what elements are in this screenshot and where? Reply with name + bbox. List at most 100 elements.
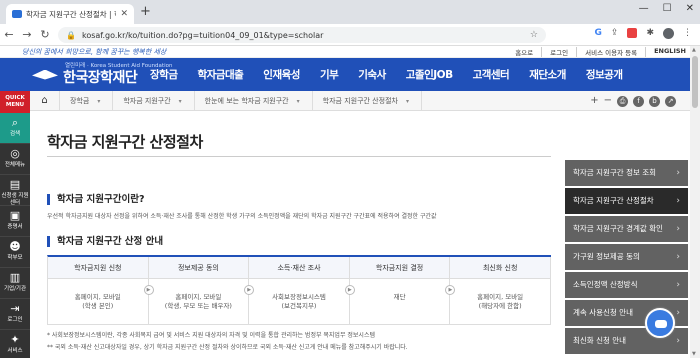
step-body-line2: (해당자에 한함) bbox=[478, 302, 522, 310]
nav-talent[interactable]: 인재육성 bbox=[253, 67, 310, 82]
quick-item-label: 증명서 bbox=[7, 224, 23, 230]
quick-menu-title: QUICK MENU bbox=[0, 91, 30, 113]
more-menu-icon[interactable]: ⋮ bbox=[683, 28, 692, 39]
side-item-income-method[interactable]: 소득인정액 산정방식 › bbox=[565, 272, 688, 298]
side-item-label: 소득인정액 산정방식 bbox=[573, 280, 638, 289]
minimize-icon[interactable]: — bbox=[639, 3, 649, 14]
top-link-home[interactable]: 홈으로 bbox=[515, 47, 533, 57]
family-icon: ☻ bbox=[9, 240, 21, 253]
chevron-down-icon: ▾ bbox=[405, 97, 409, 105]
browser-tab[interactable]: 학자금 지원구간 산정절차 | 학자 ✕ bbox=[6, 4, 134, 24]
facebook-icon[interactable]: f bbox=[633, 95, 644, 107]
scroll-down-icon[interactable]: ▼ bbox=[692, 351, 696, 357]
chatbot-icon[interactable] bbox=[645, 308, 675, 338]
google-translate-icon[interactable]: G bbox=[595, 28, 602, 39]
quick-item-label: 로그인 bbox=[7, 317, 23, 323]
nav-customer-center[interactable]: 고객센터 bbox=[463, 67, 520, 82]
nav-job[interactable]: 고졸인JOB bbox=[396, 67, 463, 82]
step-title: 학자금지원 신청 bbox=[48, 257, 148, 279]
quick-item-all-menu[interactable]: ◎ 전체메뉴 bbox=[0, 144, 30, 175]
site-logo[interactable]: 열린미래 · Korea Student Aid Foundation 한국장학… bbox=[32, 62, 172, 87]
quick-title-line1: QUICK bbox=[5, 95, 25, 101]
side-item-label: 학자금 지원구간 산정절차 bbox=[573, 196, 654, 205]
scroll-up-icon[interactable]: ▲ bbox=[692, 47, 696, 53]
step-body: 재단 bbox=[350, 279, 450, 302]
close-window-icon[interactable]: ✕ bbox=[686, 3, 694, 14]
quick-item-label: 서비스 bbox=[7, 348, 23, 354]
logo-name: 한국장학재단 bbox=[63, 70, 138, 86]
zoom-out-icon[interactable]: − bbox=[604, 95, 612, 107]
top-link-login[interactable]: 로그인 bbox=[541, 47, 568, 57]
nav-student-loan[interactable]: 학자금대출 bbox=[187, 67, 253, 82]
quick-item-search[interactable]: ⌕ 검색 bbox=[0, 113, 30, 144]
step-body-line2: (학생 본인) bbox=[82, 302, 114, 310]
title-divider bbox=[47, 156, 551, 157]
forward-icon[interactable]: → bbox=[18, 28, 36, 41]
step-body-line1: 재단 bbox=[393, 293, 406, 301]
print-icon[interactable]: ⎙ bbox=[617, 95, 628, 107]
step-title: 학자금지원 결정 bbox=[349, 257, 450, 279]
footnote-2: ** 국외 소득·재산 신고대상자일 경우, 상기 학자금 지원구간 산정 절차… bbox=[47, 344, 408, 351]
quick-item-login[interactable]: ⇥ 로그인 bbox=[0, 299, 30, 330]
profile-avatar-icon[interactable] bbox=[663, 28, 674, 39]
breadcrumb-label: 장학금 bbox=[70, 96, 90, 105]
side-item-label: 계속 사용신청 안내 bbox=[573, 308, 633, 317]
quick-item-support-center[interactable]: ▤ 신청생 지원센터 bbox=[0, 175, 30, 206]
quick-item-parents[interactable]: ☻ 학부모 bbox=[0, 237, 30, 268]
side-item-label: 학자금 지원구간 정보 조회 bbox=[573, 168, 657, 177]
compass-icon: ◎ bbox=[10, 147, 20, 160]
top-link-register[interactable]: 서비스 이용자 등록 bbox=[576, 47, 637, 57]
page-scrollbar[interactable]: ▲ ▼ bbox=[690, 46, 700, 358]
nav-about[interactable]: 재단소개 bbox=[519, 67, 576, 82]
side-item-lookup[interactable]: 학자금 지원구간 정보 조회 › bbox=[565, 160, 688, 186]
quick-item-service[interactable]: ✦ 서비스 bbox=[0, 330, 30, 358]
chevron-down-icon: ▾ bbox=[296, 97, 300, 105]
lock-icon[interactable]: 🔒 bbox=[66, 31, 76, 40]
site-top-bar: 당신의 꿈에서 희망으로, 함께 꿈꾸는 행복한 세상 홈으로 로그인 서비스 … bbox=[0, 46, 700, 58]
nav-scholarship[interactable]: 장학금 bbox=[140, 67, 187, 82]
step-body: 홈페이지, 모바일 (해당자에 한함) bbox=[450, 279, 550, 311]
new-tab-icon[interactable]: + bbox=[140, 5, 151, 19]
extension-red-icon[interactable] bbox=[627, 28, 638, 38]
back-icon[interactable]: ← bbox=[0, 28, 18, 41]
home-icon[interactable]: ⌂ bbox=[30, 90, 60, 111]
share-icon[interactable]: ↗ bbox=[665, 95, 676, 107]
extensions-area: G ⇪ ✱ ⋮ bbox=[595, 28, 692, 39]
close-tab-icon[interactable]: ✕ bbox=[120, 9, 128, 19]
side-item-process[interactable]: 학자금 지원구간 산정절차 › bbox=[565, 188, 688, 214]
blog-icon[interactable]: b bbox=[649, 95, 660, 107]
breadcrumb-item-4[interactable]: 학자금 지원구간 산정절차 ▾ bbox=[313, 90, 422, 111]
chevron-right-icon: › bbox=[676, 308, 680, 318]
login-icon: ⇥ bbox=[10, 302, 20, 315]
step-body-line1: 홈페이지, 모바일 bbox=[477, 293, 524, 301]
breadcrumb: ⌂ 장학금 ▾ 학자금 지원구간 ▾ 한눈에 보는 학자금 지원구간 ▾ 학자금 지원… bbox=[30, 90, 690, 111]
maximize-icon[interactable]: ☐ bbox=[663, 3, 672, 14]
nav-dormitory[interactable]: 기숙사 bbox=[348, 67, 395, 82]
breadcrumb-item-3[interactable]: 한눈에 보는 학자금 지원구간 ▾ bbox=[195, 90, 313, 111]
chevron-right-icon: › bbox=[676, 252, 680, 262]
process-step: 학자금지원 신청 홈페이지, 모바일 (학생 본인) ▶ bbox=[48, 257, 154, 324]
step-body-line1: 사회보장정보시스템 bbox=[272, 293, 326, 301]
side-item-consent[interactable]: 가구원 정보제공 동의 › bbox=[565, 244, 688, 270]
nav-donation[interactable]: 기부 bbox=[310, 67, 348, 82]
quick-item-certificate[interactable]: ▣ 증명서 bbox=[0, 206, 30, 237]
quick-item-label: 전체메뉴 bbox=[4, 162, 26, 168]
scrollbar-thumb[interactable] bbox=[692, 56, 698, 108]
share-icon[interactable]: ⇪ bbox=[611, 28, 619, 39]
nav-disclosure[interactable]: 정보공개 bbox=[576, 67, 633, 82]
process-step: 학자금지원 결정 재단 ▶ bbox=[349, 257, 456, 324]
breadcrumb-item-1[interactable]: 장학금 ▾ bbox=[60, 90, 114, 111]
zoom-in-icon[interactable]: + bbox=[590, 95, 598, 107]
process-step: 정보제공 동의 홈페이지, 모바일 (학생, 부모 또는 배우자) ▶ bbox=[148, 257, 255, 324]
reload-icon[interactable]: ↻ bbox=[36, 28, 54, 41]
quick-item-company[interactable]: ▥ 기업/기관 bbox=[0, 268, 30, 299]
puzzle-icon[interactable]: ✱ bbox=[646, 28, 654, 39]
section-title-process: 학자금 지원구간 산정 안내 bbox=[47, 236, 163, 247]
breadcrumb-item-2[interactable]: 학자금 지원구간 ▾ bbox=[113, 90, 195, 111]
top-link-english[interactable]: ENGLISH bbox=[645, 47, 686, 57]
quick-item-label: 학부모 bbox=[7, 255, 23, 261]
bookmark-star-icon[interactable]: ☆ bbox=[530, 30, 538, 40]
breadcrumb-label: 학자금 지원구간 산정절차 bbox=[322, 96, 398, 105]
address-bar[interactable]: 🔒 kosaf.go.kr/ko/tuition.do?pg=tuition04… bbox=[58, 27, 546, 43]
side-item-boundary[interactable]: 학자금 지원구간 경계값 확인 › bbox=[565, 216, 688, 242]
